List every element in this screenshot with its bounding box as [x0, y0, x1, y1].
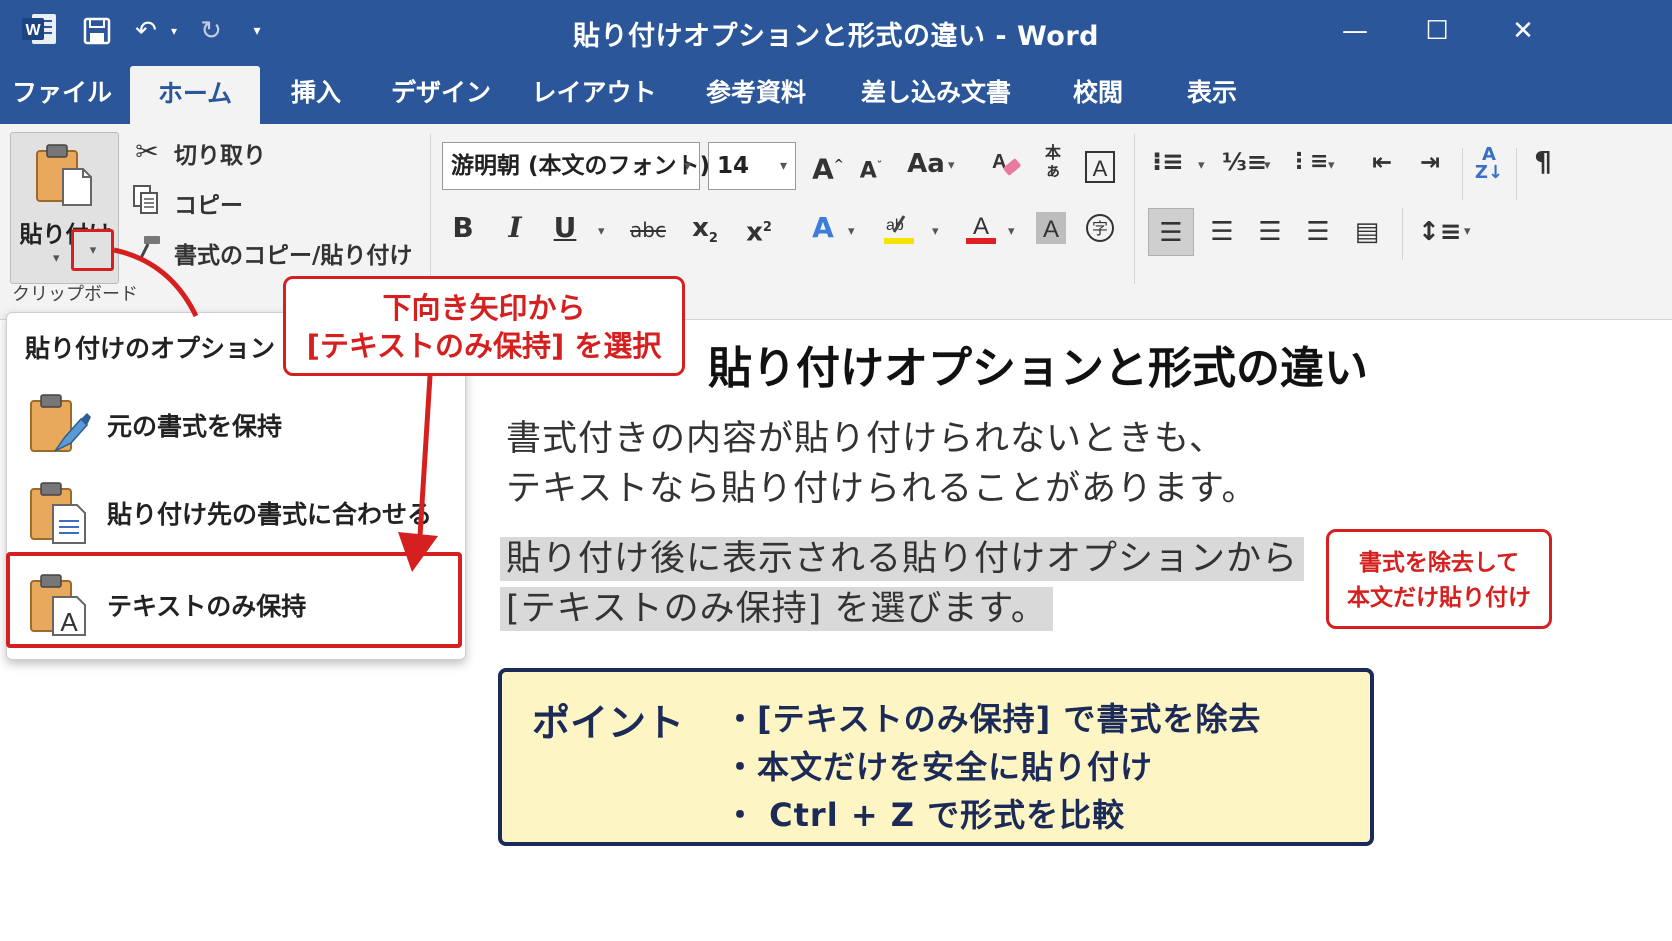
- point-item: ・[テキストのみ保持] で書式を除去: [724, 700, 1262, 738]
- instruction-line-1: 下向き矢印から: [382, 291, 586, 325]
- paragraph-1-line-2: テキストなら貼り付けられることがあります。: [506, 469, 1258, 509]
- side-line-2: 本文だけ貼り付け: [1347, 585, 1531, 611]
- instruction-line-2: [テキストのみ保持] を選択: [306, 329, 662, 363]
- point-item: ・ Ctrl + Z で形式を比較: [724, 796, 1126, 834]
- side-line-1: 書式を除去して: [1358, 550, 1520, 576]
- paragraph-1: 書式付きの内容が貼り付けられないときも、 テキストなら貼り付けられることがありま…: [506, 414, 1257, 514]
- arrow-head-icon: [398, 532, 438, 572]
- point-item: ・本文だけを安全に貼り付け: [724, 748, 1154, 786]
- paragraph-2-line-2: [テキストのみ保持] を選びます。: [500, 587, 1053, 631]
- point-box: ポイント ・[テキストのみ保持] で書式を除去 ・本文だけを安全に貼り付け ・ …: [498, 668, 1374, 846]
- instruction-callout: 下向き矢印から [テキストのみ保持] を選択: [283, 276, 685, 376]
- arrow-to-text-only: [417, 375, 433, 537]
- paragraph-1-line-1: 書式付きの内容が貼り付けられないときも、: [506, 419, 1225, 459]
- arrow-to-menu: [113, 247, 199, 318]
- document-title: 貼り付けオプションと形式の違い: [708, 343, 1368, 394]
- side-callout: 書式を除去して 本文だけ貼り付け: [1326, 529, 1552, 629]
- paragraph-2: 貼り付け後に表示される貼り付けオプションから [テキストのみ保持] を選びます。: [500, 534, 1305, 634]
- paragraph-2-line-1: 貼り付け後に表示される貼り付けオプションから: [500, 537, 1305, 581]
- point-label: ポイント: [532, 701, 685, 745]
